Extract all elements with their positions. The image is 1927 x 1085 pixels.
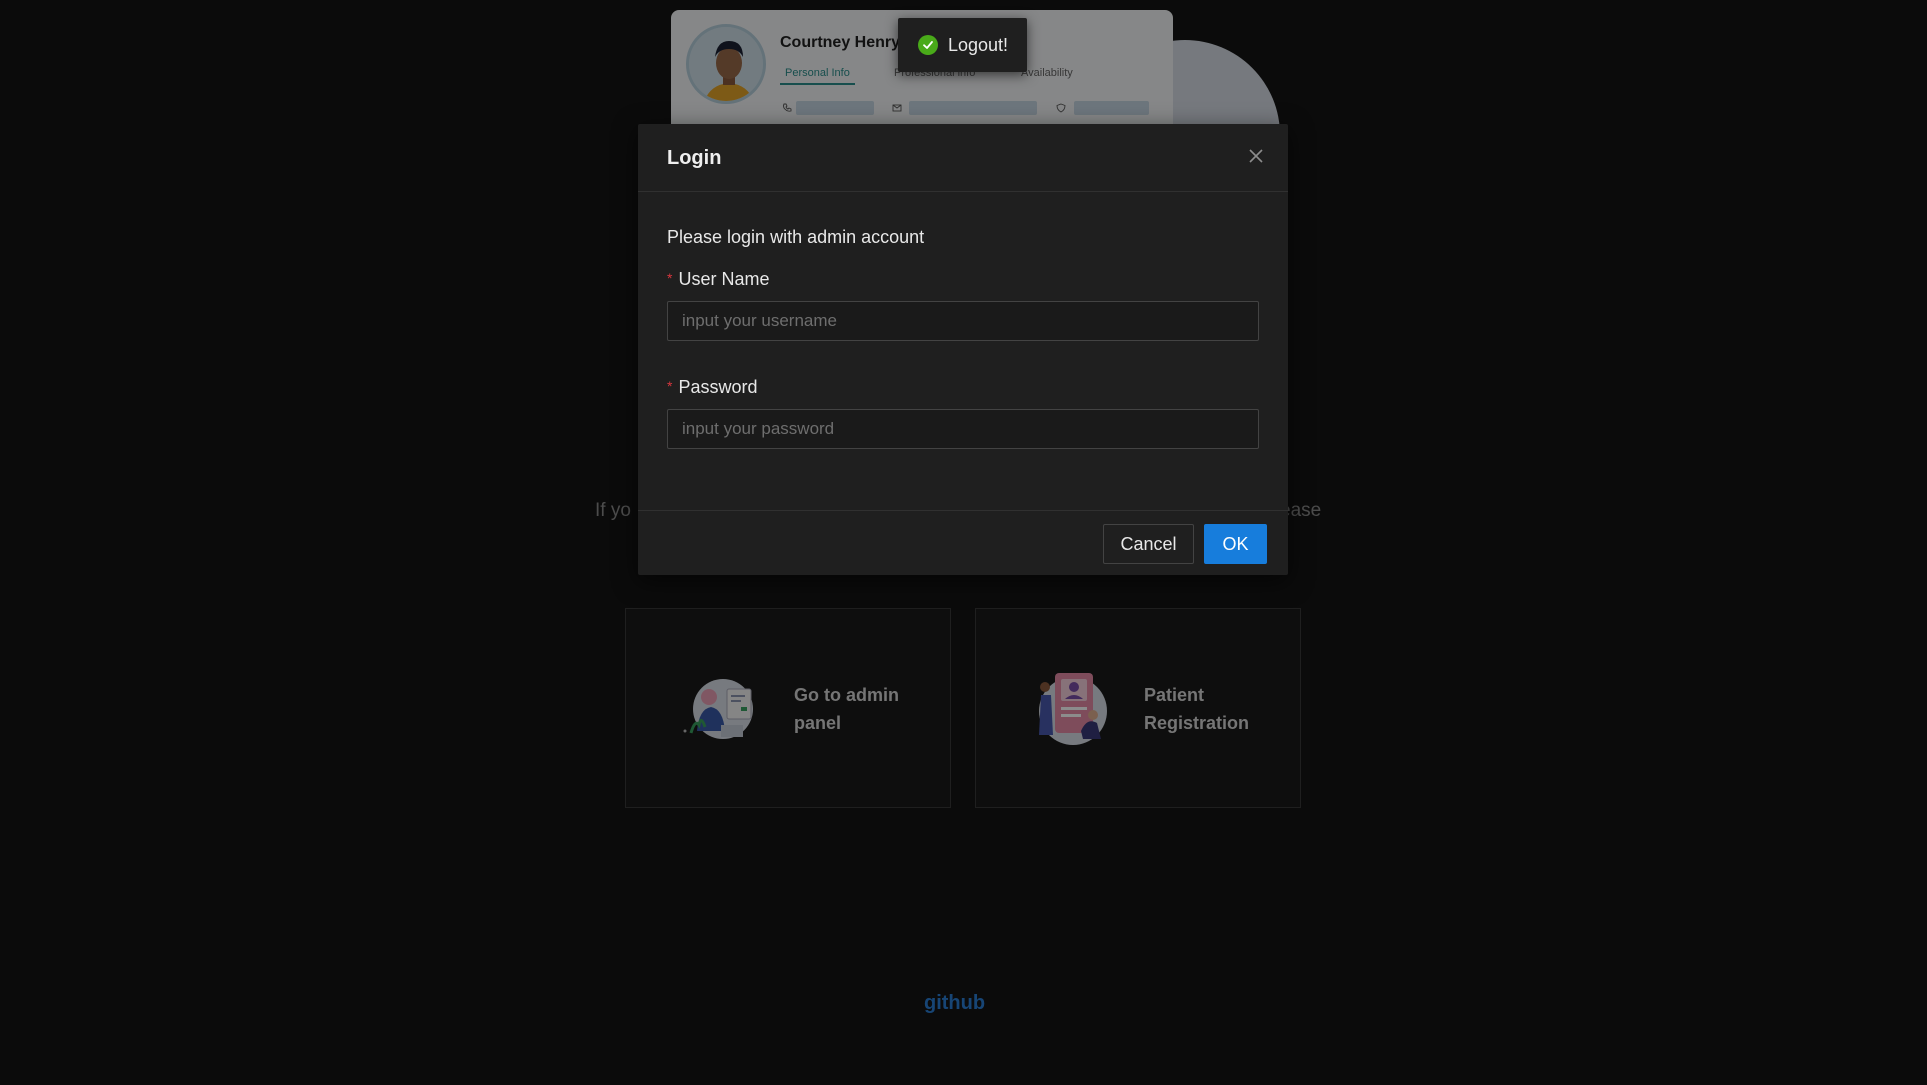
login-description: Please login with admin account <box>667 227 925 247</box>
password-label: * Password <box>667 377 757 398</box>
password-label-text: Password <box>678 377 758 397</box>
close-button[interactable] <box>1242 144 1270 172</box>
required-marker: * <box>667 378 673 394</box>
login-modal: Login Please login with admin account * U… <box>638 124 1288 575</box>
ok-button[interactable]: OK <box>1204 524 1267 564</box>
username-input[interactable] <box>667 301 1259 341</box>
close-icon <box>1248 148 1264 169</box>
required-marker: * <box>667 270 673 286</box>
logout-toast: Logout! <box>898 18 1027 72</box>
modal-header: Login <box>638 124 1288 192</box>
modal-footer: Cancel OK <box>638 510 1288 575</box>
modal-title: Login <box>667 147 722 169</box>
check-circle-icon <box>918 35 938 55</box>
modal-body: Please login with admin account * User Na… <box>638 192 1288 510</box>
username-label: * User Name <box>667 269 769 290</box>
cancel-button[interactable]: Cancel <box>1103 524 1194 564</box>
password-input[interactable] <box>667 409 1259 449</box>
toast-message: Logout! <box>948 34 1009 55</box>
username-label-text: User Name <box>678 269 770 289</box>
